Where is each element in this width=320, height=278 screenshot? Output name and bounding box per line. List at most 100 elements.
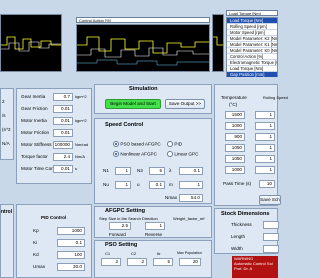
motor-param-input[interactable]: 0.01 (53, 117, 73, 125)
afgpc-setting-panel: AFGPC Setting Step Size in the Search Di… (94, 206, 212, 238)
motor-param-unit: Nm/A (75, 154, 85, 159)
temperature-label: Temperature (221, 95, 247, 100)
motor-param-input[interactable]: 0.7 (53, 93, 73, 101)
pid-param-input[interactable]: 100 (57, 251, 85, 259)
pid-param-input[interactable]: 0.1 (57, 239, 85, 247)
thickness-label: Thickness (231, 222, 252, 227)
motor-param-input[interactable]: 100000 (53, 141, 73, 149)
pso-col-max-population: Max Population (177, 251, 202, 255)
pso-col-c1: C1 (105, 251, 111, 256)
radio-label: PID (174, 141, 183, 147)
motor-param-label: Motor Stiffness (21, 142, 52, 147)
temperature-input[interactable]: 1500 (225, 111, 245, 119)
pid-param-input[interactable]: 1000 (57, 227, 85, 235)
motor-param-unit: kgm^2 (75, 118, 87, 123)
pso-col-c2: C2 (131, 251, 137, 256)
temperature-input[interactable]: 1000 (225, 166, 245, 174)
radio-nonlinear-afgpc[interactable]: Nonlinear AFGPC (113, 151, 157, 157)
pid-stub-panel: ntrol (0, 204, 14, 278)
speed-control-panel: Speed Control PSO based AFGPC PID Nonlin… (94, 118, 212, 204)
pso-setting-panel: PSO Setting C1 C2 Itr Max Population 2 2… (94, 240, 212, 278)
stock-dimensions-panel: Stock Dimensions Thickness Length Width (214, 208, 279, 254)
pid-control-panel: PID Control Kp 1000 Ki 0.1 Kd 100 Umax 30.0 (16, 204, 92, 278)
radio-button[interactable] (167, 141, 173, 147)
u-input[interactable]: 0.1 (149, 181, 165, 189)
pass-time-input[interactable]: 10 (259, 180, 275, 188)
motor-param-label: Motor Friction (21, 130, 50, 135)
unit-label: /s (2, 113, 6, 118)
rolling-speed-input[interactable]: 1 (255, 144, 275, 152)
thickness-input[interactable] (263, 221, 279, 229)
motor-param-label: Gear Friction (21, 106, 48, 111)
motor-param-input[interactable]: 2.4 (53, 153, 73, 161)
warning-banner: WARNING Automatic Control Sol Prof. Dr. … (232, 256, 278, 278)
middle-plot-trace (77, 36, 209, 66)
temperature-input[interactable]: 900 (225, 133, 245, 141)
save-schedule-button[interactable]: Save Sch (259, 195, 281, 205)
motor-param-input[interactable]: 0.01 (53, 105, 73, 113)
step-forward-input[interactable]: 2.5 (109, 222, 131, 230)
begin-model-start-button[interactable]: Begin Model and Start (105, 99, 161, 109)
pso-itr-input[interactable]: 5 (153, 258, 173, 266)
rolling-speed-label: Rolling Speed (263, 95, 288, 100)
u-label: u (137, 182, 140, 187)
legend-item[interactable]: Gap Position [mm] (227, 72, 277, 78)
rolling-speed-input[interactable]: 1 (255, 111, 275, 119)
temperature-input[interactable]: 1050 (225, 144, 245, 152)
pid-section-label: ntrol (1, 209, 13, 215)
nu-label: Nu (103, 182, 109, 187)
save-output-button[interactable]: Save Output >> (165, 99, 205, 109)
temperature-input[interactable]: 1000 (225, 122, 245, 130)
signal-legend-list[interactable]: Load Torque [Nm] Rolling Speed [rpm] Motor… (226, 17, 278, 78)
pid-control-title: PID Control (41, 215, 67, 220)
length-label: Length (231, 234, 246, 239)
length-input[interactable] (263, 233, 279, 241)
motor-param-unit: kgm^2 (75, 94, 87, 99)
left-plot-trace (1, 36, 61, 52)
weight-factor-label: Weight_factor_ref (173, 216, 205, 221)
n2-input[interactable]: 5 (149, 167, 165, 175)
step-size-label: Step Size in the Search Direction (99, 216, 158, 221)
reverse-label: Reverse (145, 232, 163, 237)
temperature-input[interactable]: 1050 (225, 155, 245, 163)
rolling-speed-input[interactable]: 1 (255, 155, 275, 163)
width-input[interactable] (263, 245, 279, 253)
pid-param-label: Kd (33, 252, 39, 257)
pso-setting-title: PSO Setting (105, 242, 138, 248)
pid-param-label: Kp (33, 228, 39, 233)
radio-button[interactable] (113, 141, 119, 147)
m-input[interactable]: 1 (179, 181, 203, 189)
motor-param-unit: s (75, 166, 77, 171)
pid-param-label: Ki (33, 240, 38, 245)
middle-plot (76, 24, 210, 72)
radio-button[interactable] (167, 151, 173, 157)
unit-label: 2 (2, 99, 5, 104)
radio-linear-gpc[interactable]: Linear GPC (167, 151, 198, 157)
radio-pid[interactable]: PID (167, 141, 182, 147)
pso-c2-input[interactable]: 2 (127, 258, 147, 266)
n1-input[interactable]: 1 (115, 167, 131, 175)
pid-param-input[interactable]: 30.0 (57, 263, 85, 271)
radio-label: Linear GPC (174, 151, 199, 157)
unit-label: N/A (2, 141, 10, 146)
motor-param-input[interactable]: 0.01 (53, 129, 73, 137)
pso-c1-input[interactable]: 2 (101, 258, 121, 266)
radio-pso-afgpc[interactable]: PSO based AFGPC (113, 141, 161, 147)
legend-header: Load Torque [Nm] (226, 10, 278, 16)
schedule-panel: Temperature (°C) Rolling Speed 1500 1 1000… (214, 84, 288, 206)
rolling-speed-input[interactable]: 1 (255, 122, 275, 130)
motor-param-label: Torque factor (21, 154, 48, 159)
radio-button[interactable] (113, 151, 119, 157)
motor-param-input[interactable]: 0.01 (53, 165, 73, 173)
nu-input[interactable]: 1 (115, 181, 131, 189)
nmax-input[interactable]: 54.0 (179, 194, 203, 202)
right-plot (212, 14, 224, 72)
rolling-speed-input[interactable]: 1 (255, 133, 275, 141)
rolling-speed-input[interactable]: 1 (255, 166, 275, 174)
weight-factor-input[interactable]: 1 (145, 222, 165, 230)
pso-max-population-input[interactable]: 20 (179, 258, 201, 266)
lambda-input[interactable]: 0.1 (179, 167, 203, 175)
forward-label: Forward (109, 232, 126, 237)
n1-label: N1 (103, 168, 109, 173)
pass-time-label: Pass Time (s) (223, 181, 252, 186)
